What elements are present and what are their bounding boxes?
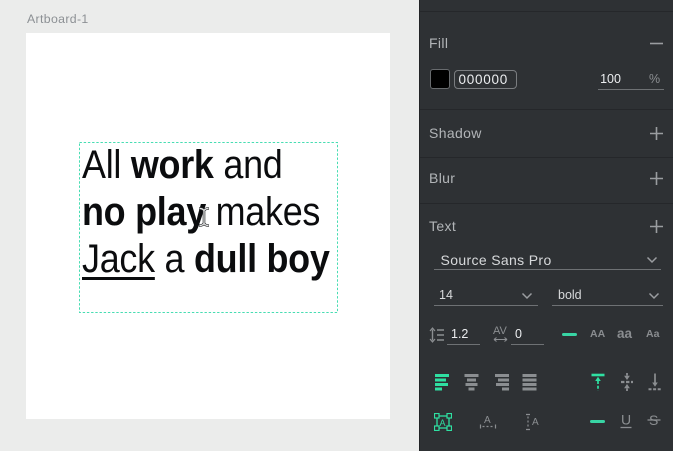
fill-opacity-percent: % (649, 73, 660, 86)
auto-height-button[interactable]: A (523, 413, 541, 431)
font-family-value: Source Sans Pro (434, 252, 552, 268)
font-size-value: 14 (434, 288, 453, 302)
line-height-icon (429, 327, 444, 343)
align-left-button[interactable] (435, 374, 450, 391)
svg-text:U: U (621, 412, 631, 428)
add-shadow-button[interactable] (649, 126, 664, 141)
svg-text:A: A (484, 415, 491, 426)
fill-opacity-input[interactable]: 100 (600, 73, 621, 86)
fill-section-label: Fill (429, 36, 448, 50)
case-upper-button[interactable]: AA (590, 328, 605, 340)
line-height-input[interactable]: 1.2 (447, 327, 480, 345)
divider (420, 157, 673, 158)
fixed-size-button[interactable]: A (434, 413, 452, 431)
selected-text-box[interactable]: All work andno play makesJack a dull boy (79, 142, 338, 313)
align-center-button[interactable] (464, 374, 479, 391)
align-justify-button[interactable] (522, 374, 537, 391)
valign-top-button[interactable] (591, 373, 605, 391)
canvas-area[interactable]: Artboard-1 All work andno play makesJack… (0, 0, 419, 451)
svg-text:A: A (440, 418, 446, 428)
strikethrough-button[interactable]: S (646, 412, 662, 430)
artboard-label[interactable]: Artboard-1 (27, 13, 89, 25)
text-cursor-icon (199, 207, 209, 227)
font-weight-value: bold (552, 288, 582, 302)
underline-button[interactable]: U (618, 412, 634, 430)
artboard[interactable]: All work andno play makesJack a dull boy (26, 33, 390, 419)
fill-hex-input[interactable]: 000000 (454, 70, 517, 90)
font-family-select[interactable]: Source Sans Pro (434, 252, 661, 270)
fill-color-swatch[interactable] (430, 69, 450, 89)
letter-spacing-input[interactable]: 0 (511, 327, 544, 345)
fill-opacity-underline (598, 89, 664, 90)
svg-text:AV: AV (493, 325, 508, 337)
chevron-down-icon (521, 292, 533, 300)
chevron-down-icon (648, 292, 660, 300)
case-title-button[interactable]: Aa (646, 328, 659, 340)
case-lower-button[interactable]: aa (617, 326, 632, 341)
svg-text:A: A (532, 417, 539, 428)
divider (420, 11, 673, 12)
decoration-none-button[interactable] (590, 420, 605, 423)
blur-section-label: Blur (429, 171, 455, 185)
inspector-panel: Fill 000000 100 % Shadow Blur Text Sourc… (419, 0, 673, 451)
collapse-fill-button[interactable] (649, 36, 664, 51)
case-none-button[interactable] (562, 333, 577, 336)
divider (420, 203, 673, 204)
letter-spacing-icon: AV (493, 325, 508, 343)
font-weight-select[interactable]: bold (552, 288, 663, 306)
divider (420, 109, 673, 110)
chevron-down-icon (646, 256, 658, 264)
valign-middle-button[interactable] (620, 373, 634, 391)
valign-bottom-button[interactable] (648, 373, 662, 391)
text-section-label: Text (429, 219, 456, 233)
auto-width-button[interactable]: A (479, 413, 497, 431)
app-window: Artboard-1 All work andno play makesJack… (0, 0, 673, 451)
add-blur-button[interactable] (649, 171, 664, 186)
add-text-style-button[interactable] (649, 219, 664, 234)
text-content[interactable]: All work andno play makesJack a dull boy (82, 142, 337, 283)
align-right-button[interactable] (494, 374, 509, 391)
font-size-select[interactable]: 14 (434, 288, 538, 306)
shadow-section-label: Shadow (429, 126, 482, 140)
